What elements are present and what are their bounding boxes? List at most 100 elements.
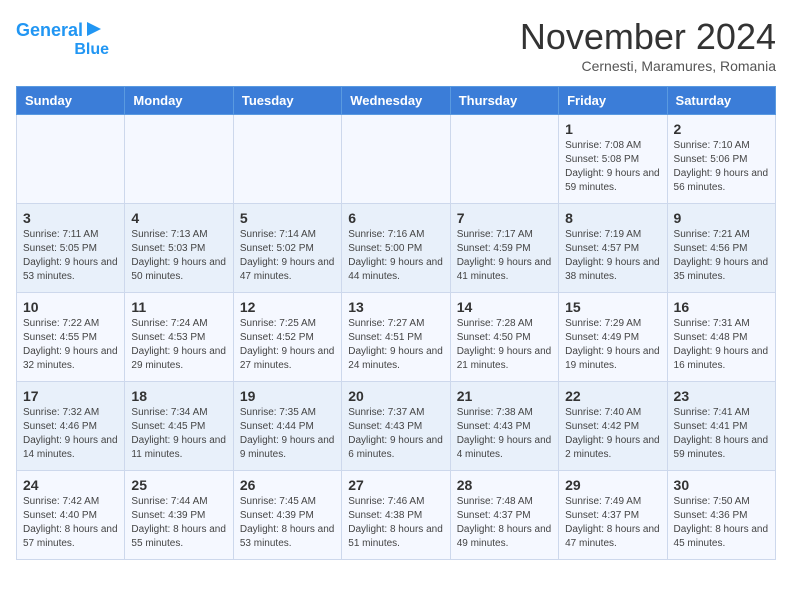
day-number: 13 xyxy=(348,299,443,315)
day-info: Sunrise: 7:29 AM Sunset: 4:49 PM Dayligh… xyxy=(565,317,660,373)
day-number: 28 xyxy=(457,477,552,493)
weekday-header: Tuesday xyxy=(233,87,341,115)
weekday-header: Monday xyxy=(125,87,233,115)
day-info: Sunrise: 7:40 AM Sunset: 4:42 PM Dayligh… xyxy=(565,406,660,462)
day-number: 8 xyxy=(565,210,660,226)
calendar-cell: 28 Sunrise: 7:48 AM Sunset: 4:37 PM Dayli… xyxy=(450,471,558,560)
calendar-cell: 11Sunrise: 7:24 AM Sunset: 4:53 PM Dayli… xyxy=(125,293,233,382)
day-number: 16 xyxy=(674,299,769,315)
title-section: November 2024 Cernesti, Maramures, Roman… xyxy=(520,16,776,74)
day-number: 20 xyxy=(348,388,443,404)
day-info: Sunrise: 7:35 AM Sunset: 4:44 PM Dayligh… xyxy=(240,406,335,462)
page-header: General Blue November 2024 Cernesti, Mar… xyxy=(16,16,776,74)
logo-subtext: Blue xyxy=(74,41,109,59)
calendar-cell xyxy=(342,115,450,204)
calendar-cell: 8 Sunrise: 7:19 AM Sunset: 4:57 PM Daylig… xyxy=(559,204,667,293)
day-info: Sunrise: 7:08 AM Sunset: 5:08 PM Dayligh… xyxy=(565,139,660,195)
calendar-cell: 9 Sunrise: 7:21 AM Sunset: 4:56 PM Daylig… xyxy=(667,204,775,293)
calendar-row: 3 Sunrise: 7:11 AM Sunset: 5:05 PM Daylig… xyxy=(17,204,776,293)
day-info: Sunrise: 7:38 AM Sunset: 4:43 PM Dayligh… xyxy=(457,406,552,462)
day-info: Sunrise: 7:11 AM Sunset: 5:05 PM Dayligh… xyxy=(23,228,118,284)
calendar-cell: 12Sunrise: 7:25 AM Sunset: 4:52 PM Dayli… xyxy=(233,293,341,382)
calendar-cell: 10 Sunrise: 7:22 AM Sunset: 4:55 PM Dayli… xyxy=(17,293,125,382)
calendar-cell: 30 Sunrise: 7:50 AM Sunset: 4:36 PM Dayli… xyxy=(667,471,775,560)
day-info: Sunrise: 7:34 AM Sunset: 4:45 PM Dayligh… xyxy=(131,406,226,462)
day-info: Sunrise: 7:44 AM Sunset: 4:39 PM Dayligh… xyxy=(131,495,226,551)
day-number: 26 xyxy=(240,477,335,493)
calendar-cell: 1Sunrise: 7:08 AM Sunset: 5:08 PM Daylig… xyxy=(559,115,667,204)
month-title: November 2024 xyxy=(520,16,776,58)
calendar-cell: 20 Sunrise: 7:37 AM Sunset: 4:43 PM Dayli… xyxy=(342,382,450,471)
calendar-cell: 25 Sunrise: 7:44 AM Sunset: 4:39 PM Dayli… xyxy=(125,471,233,560)
calendar-cell: 2Sunrise: 7:10 AM Sunset: 5:06 PM Daylig… xyxy=(667,115,775,204)
day-number: 18 xyxy=(131,388,226,404)
day-info: Sunrise: 7:28 AM Sunset: 4:50 PM Dayligh… xyxy=(457,317,552,373)
calendar-table: SundayMondayTuesdayWednesdayThursdayFrid… xyxy=(16,86,776,560)
day-number: 30 xyxy=(674,477,769,493)
day-number: 10 xyxy=(23,299,118,315)
calendar-cell xyxy=(233,115,341,204)
day-info: Sunrise: 7:22 AM Sunset: 4:55 PM Dayligh… xyxy=(23,317,118,373)
day-info: Sunrise: 7:45 AM Sunset: 4:39 PM Dayligh… xyxy=(240,495,335,551)
calendar-cell: 18 Sunrise: 7:34 AM Sunset: 4:45 PM Dayli… xyxy=(125,382,233,471)
day-info: Sunrise: 7:41 AM Sunset: 4:41 PM Dayligh… xyxy=(674,406,769,462)
calendar-header-row: SundayMondayTuesdayWednesdayThursdayFrid… xyxy=(17,87,776,115)
calendar-cell xyxy=(125,115,233,204)
day-info: Sunrise: 7:50 AM Sunset: 4:36 PM Dayligh… xyxy=(674,495,769,551)
calendar-cell: 29 Sunrise: 7:49 AM Sunset: 4:37 PM Dayli… xyxy=(559,471,667,560)
calendar-cell xyxy=(450,115,558,204)
location-subtitle: Cernesti, Maramures, Romania xyxy=(520,58,776,74)
calendar-cell: 27 Sunrise: 7:46 AM Sunset: 4:38 PM Dayli… xyxy=(342,471,450,560)
day-number: 24 xyxy=(23,477,118,493)
calendar-cell: 4 Sunrise: 7:13 AM Sunset: 5:03 PM Daylig… xyxy=(125,204,233,293)
calendar-row: 17 Sunrise: 7:32 AM Sunset: 4:46 PM Dayli… xyxy=(17,382,776,471)
day-info: Sunrise: 7:25 AM Sunset: 4:52 PM Dayligh… xyxy=(240,317,335,373)
logo-icon xyxy=(87,18,109,40)
day-info: Sunrise: 7:21 AM Sunset: 4:56 PM Dayligh… xyxy=(674,228,769,284)
calendar-row: 1Sunrise: 7:08 AM Sunset: 5:08 PM Daylig… xyxy=(17,115,776,204)
day-info: Sunrise: 7:13 AM Sunset: 5:03 PM Dayligh… xyxy=(131,228,226,284)
day-info: Sunrise: 7:48 AM Sunset: 4:37 PM Dayligh… xyxy=(457,495,552,551)
calendar-cell: 23Sunrise: 7:41 AM Sunset: 4:41 PM Dayli… xyxy=(667,382,775,471)
day-info: Sunrise: 7:42 AM Sunset: 4:40 PM Dayligh… xyxy=(23,495,118,551)
day-number: 5 xyxy=(240,210,335,226)
weekday-header: Thursday xyxy=(450,87,558,115)
calendar-cell: 15Sunrise: 7:29 AM Sunset: 4:49 PM Dayli… xyxy=(559,293,667,382)
day-number: 3 xyxy=(23,210,118,226)
weekday-header: Sunday xyxy=(17,87,125,115)
calendar-cell: 13 Sunrise: 7:27 AM Sunset: 4:51 PM Dayli… xyxy=(342,293,450,382)
weekday-header: Wednesday xyxy=(342,87,450,115)
day-info: Sunrise: 7:19 AM Sunset: 4:57 PM Dayligh… xyxy=(565,228,660,284)
day-number: 4 xyxy=(131,210,226,226)
day-number: 29 xyxy=(565,477,660,493)
day-number: 6 xyxy=(348,210,443,226)
day-info: Sunrise: 7:37 AM Sunset: 4:43 PM Dayligh… xyxy=(348,406,443,462)
day-info: Sunrise: 7:46 AM Sunset: 4:38 PM Dayligh… xyxy=(348,495,443,551)
logo: General Blue xyxy=(16,16,109,59)
day-info: Sunrise: 7:14 AM Sunset: 5:02 PM Dayligh… xyxy=(240,228,335,284)
calendar-cell: 19 Sunrise: 7:35 AM Sunset: 4:44 PM Dayli… xyxy=(233,382,341,471)
day-number: 25 xyxy=(131,477,226,493)
calendar-row: 10 Sunrise: 7:22 AM Sunset: 4:55 PM Dayli… xyxy=(17,293,776,382)
calendar-cell: 26 Sunrise: 7:45 AM Sunset: 4:39 PM Dayli… xyxy=(233,471,341,560)
calendar-cell: 16Sunrise: 7:31 AM Sunset: 4:48 PM Dayli… xyxy=(667,293,775,382)
calendar-cell: 3 Sunrise: 7:11 AM Sunset: 5:05 PM Daylig… xyxy=(17,204,125,293)
day-number: 11 xyxy=(131,299,226,315)
day-number: 19 xyxy=(240,388,335,404)
logo-text: General xyxy=(16,21,83,41)
weekday-header: Saturday xyxy=(667,87,775,115)
day-number: 9 xyxy=(674,210,769,226)
day-info: Sunrise: 7:27 AM Sunset: 4:51 PM Dayligh… xyxy=(348,317,443,373)
calendar-cell: 14 Sunrise: 7:28 AM Sunset: 4:50 PM Dayli… xyxy=(450,293,558,382)
day-number: 27 xyxy=(348,477,443,493)
day-number: 17 xyxy=(23,388,118,404)
calendar-cell: 21Sunrise: 7:38 AM Sunset: 4:43 PM Dayli… xyxy=(450,382,558,471)
day-info: Sunrise: 7:49 AM Sunset: 4:37 PM Dayligh… xyxy=(565,495,660,551)
day-info: Sunrise: 7:32 AM Sunset: 4:46 PM Dayligh… xyxy=(23,406,118,462)
calendar-row: 24 Sunrise: 7:42 AM Sunset: 4:40 PM Dayli… xyxy=(17,471,776,560)
day-number: 14 xyxy=(457,299,552,315)
day-info: Sunrise: 7:17 AM Sunset: 4:59 PM Dayligh… xyxy=(457,228,552,284)
day-number: 22 xyxy=(565,388,660,404)
calendar-cell: 22 Sunrise: 7:40 AM Sunset: 4:42 PM Dayli… xyxy=(559,382,667,471)
calendar-cell: 24 Sunrise: 7:42 AM Sunset: 4:40 PM Dayli… xyxy=(17,471,125,560)
